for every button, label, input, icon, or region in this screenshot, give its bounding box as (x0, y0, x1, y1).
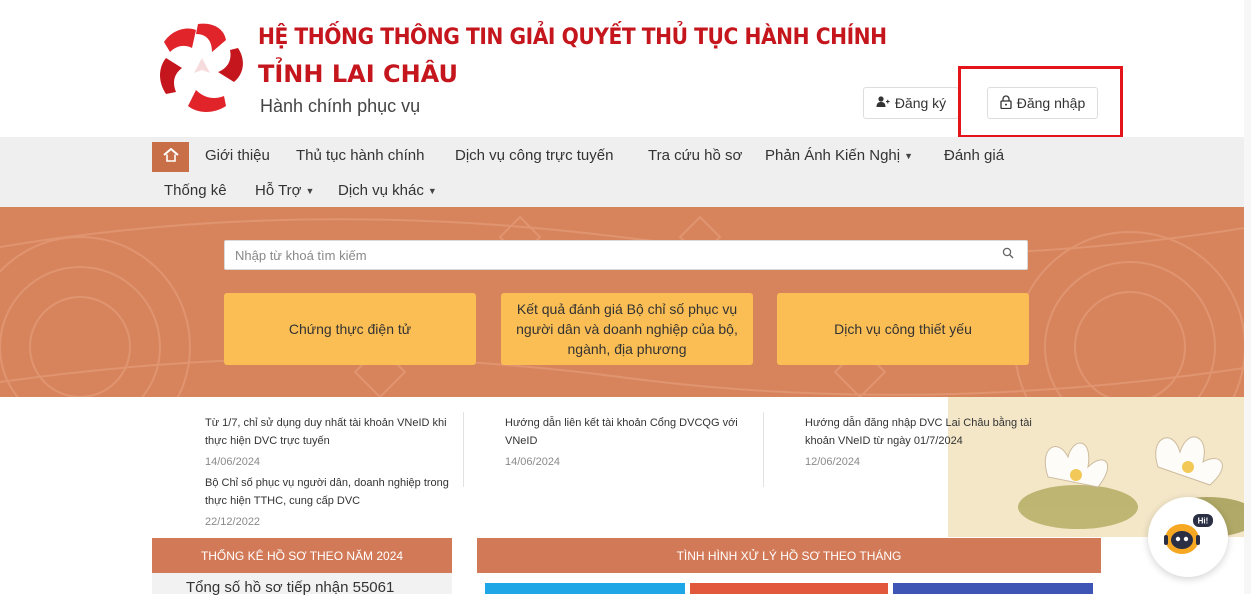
news-title[interactable]: Hướng dẫn liên kết tài khoản Cổng DVCQG … (505, 414, 745, 450)
site-province: TỈNH LAI CHÂU (258, 60, 459, 88)
tile-label: Dịch vụ công thiết yếu (834, 321, 972, 337)
page-scrollbar[interactable] (1244, 0, 1251, 594)
total-received-text: Tổng số hồ sơ tiếp nhận 55061 (186, 579, 395, 596)
search-button[interactable] (989, 241, 1027, 269)
news-item[interactable]: Từ 1/7, chỉ sử dụng duy nhất tài khoản V… (205, 414, 450, 468)
tile-essential-services[interactable]: Dịch vụ công thiết yếu (777, 293, 1029, 365)
yearly-stats-header: THỐNG KÊ HỒ SƠ THEO NĂM 2024 (152, 538, 452, 573)
search-box (224, 240, 1028, 270)
news-divider (763, 412, 764, 487)
news-item[interactable]: Hướng dẫn liên kết tài khoản Cổng DVCQG … (505, 414, 745, 468)
nav-label: Phản Ánh Kiến Nghị (765, 147, 901, 164)
nav-item-statistics[interactable]: Thống kê (164, 182, 227, 199)
nav-item-about[interactable]: Giới thiệu (205, 147, 270, 164)
nav-item-online-services[interactable]: Dịch vụ công trực tuyến (455, 147, 613, 164)
panel-title: TÌNH HÌNH XỬ LÝ HỒ SƠ THEO THÁNG (676, 548, 902, 563)
news-item[interactable]: Bộ Chỉ số phục vụ người dân, doanh nghiệ… (205, 474, 450, 528)
login-highlight-box (958, 66, 1123, 138)
register-label: Đăng ký (894, 95, 947, 111)
tile-service-index-results[interactable]: Kết quả đánh giá Bộ chỉ số phục vụ người… (501, 293, 753, 365)
search-icon (1002, 246, 1014, 264)
tile-e-certification[interactable]: Chứng thực điện tử (224, 293, 476, 365)
nav-label: Giới thiệu (205, 147, 270, 164)
status-card-indigo[interactable] (893, 583, 1093, 594)
caret-down-icon: ▼ (427, 185, 437, 196)
caret-down-icon: ▼ (904, 150, 914, 161)
site-title: HỆ THỐNG THÔNG TIN GIẢI QUYẾT THỦ TỤC HÀ… (258, 25, 887, 50)
nav-item-other-services[interactable]: Dịch vụ khác ▼ (338, 182, 437, 199)
nav-label: Thủ tục hành chính (296, 147, 425, 164)
site-slogan: Hành chính phục vụ (260, 96, 421, 116)
news-title[interactable]: Hướng dẫn đăng nhập DVC Lai Châu bằng tà… (805, 414, 1060, 450)
status-card-blue[interactable] (485, 583, 685, 594)
tile-label: Chứng thực điện tử (288, 321, 412, 337)
add-user-icon (876, 95, 890, 111)
news-title[interactable]: Bộ Chỉ số phục vụ người dân, doanh nghiệ… (205, 474, 450, 510)
nav-label: Hỗ Trợ (255, 182, 302, 199)
nav-item-procedures[interactable]: Thủ tục hành chính (296, 147, 424, 164)
nav-item-feedback[interactable]: Phản Ánh Kiến Nghị ▼ (765, 147, 913, 164)
nav-label: Dịch vụ khác (338, 182, 424, 199)
nav-item-rating[interactable]: Đánh giá (944, 147, 1004, 164)
status-card-red[interactable] (690, 583, 888, 594)
panel-title: THỐNG KÊ HỒ SƠ THEO NĂM 2024 (200, 548, 404, 563)
search-input[interactable] (225, 241, 1005, 269)
nav-label: Đánh giá (944, 147, 1005, 164)
nav-label: Dịch vụ công trực tuyến (455, 147, 614, 164)
chatbot-button[interactable]: Hi! (1148, 497, 1228, 577)
register-button[interactable]: Đăng ký (863, 87, 959, 119)
nav-item-support[interactable]: Hỗ Trợ ▼ (255, 182, 314, 199)
home-icon (162, 147, 179, 167)
chatbot-badge: Hi! (1198, 516, 1209, 525)
news-item[interactable]: Hướng dẫn đăng nhập DVC Lai Châu bằng tà… (805, 414, 1060, 468)
tile-label: Kết quả đánh giá Bộ chỉ số phục vụ người… (516, 301, 738, 357)
news-date: 12/06/2024 (805, 456, 861, 468)
news-date: 22/12/2022 (205, 516, 261, 528)
nav-item-lookup[interactable]: Tra cứu hồ sơ (648, 147, 742, 164)
monthly-status-header: TÌNH HÌNH XỬ LÝ HỒ SƠ THEO THÁNG (477, 538, 1101, 573)
news-date: 14/06/2024 (205, 456, 261, 468)
home-button[interactable] (152, 142, 189, 172)
news-title[interactable]: Từ 1/7, chỉ sử dụng duy nhất tài khoản V… (205, 414, 450, 450)
nav-label: Thống kê (164, 182, 227, 199)
news-date: 14/06/2024 (505, 456, 561, 468)
news-divider (463, 412, 464, 487)
caret-down-icon: ▼ (305, 185, 315, 196)
robot-icon: Hi! (1162, 513, 1214, 562)
logo-icon[interactable] (152, 18, 252, 118)
nav-label: Tra cứu hồ sơ (648, 147, 743, 164)
